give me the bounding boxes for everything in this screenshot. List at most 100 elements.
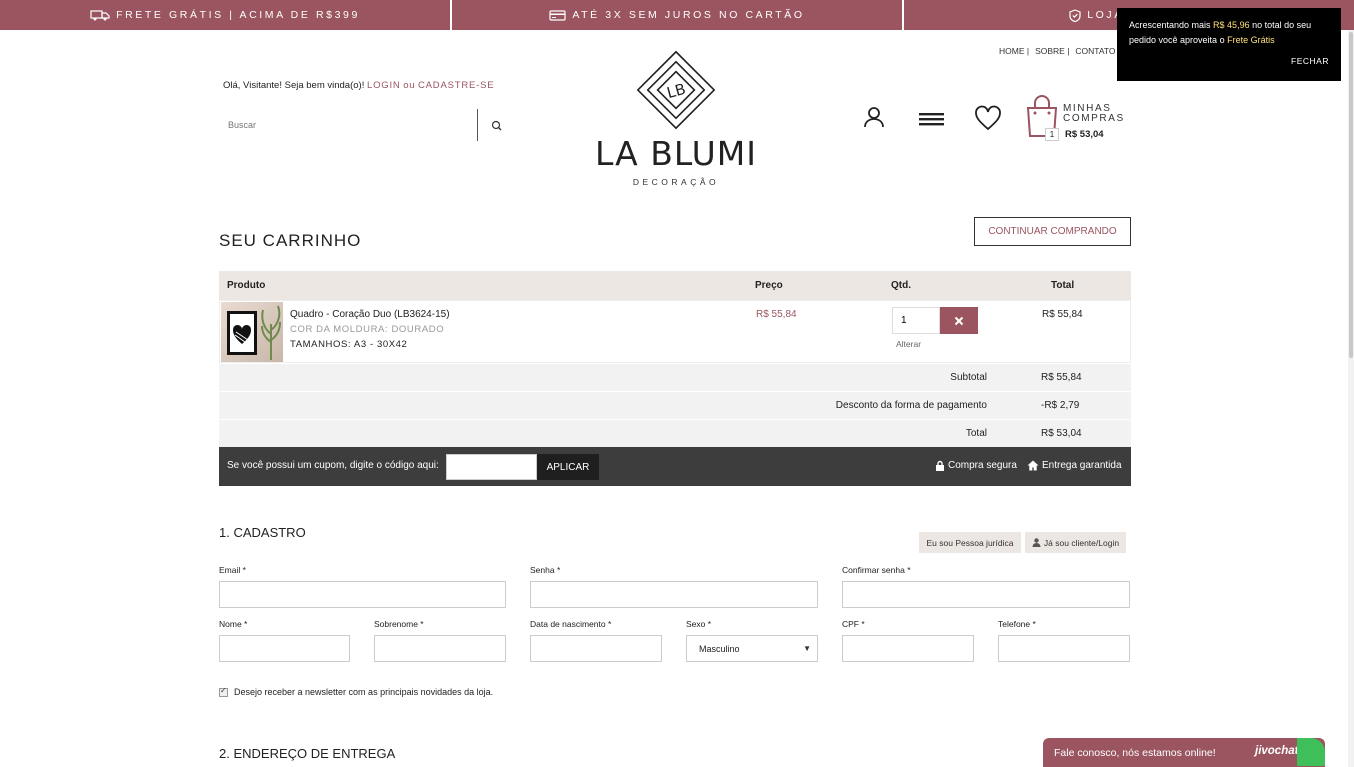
signup-link[interactable]: CADASTRE-SE — [418, 80, 494, 91]
contact-link[interactable]: CONTATO — [1075, 46, 1115, 56]
cpf-label: CPF * — [842, 619, 865, 629]
about-link[interactable]: SOBRE | — [1035, 46, 1069, 56]
sex-select-value: Masculino — [699, 643, 740, 654]
mini-cart-count: 1 — [1045, 128, 1059, 141]
promo-label: ATÉ 3X SEM JUROS NO CARTÃO — [572, 9, 805, 21]
page-title: SEU CARRINHO — [219, 231, 362, 250]
password-label: Senha * — [530, 565, 561, 575]
product-total: R$ 55,84 — [1042, 309, 1083, 320]
chat-text: Fale conosco, nós estamos online! — [1054, 747, 1216, 759]
greeting: Olá, Visitante! Seja bem vinda(o)! LOGIN… — [223, 80, 494, 91]
logo-tagline: DECORAÇÃO — [632, 177, 720, 187]
col-total: Total — [1051, 280, 1075, 291]
search-box — [222, 109, 508, 141]
card-icon — [549, 9, 566, 21]
confirm-password-label: Confirmar senha * — [842, 565, 911, 575]
scrollbar-thumb[interactable] — [1349, 32, 1353, 358]
password-field[interactable] — [530, 581, 818, 608]
cpf-field[interactable] — [842, 635, 974, 662]
existing-client-login-button[interactable]: Já sou cliente/Login — [1025, 532, 1126, 553]
confirm-password-field[interactable] — [842, 581, 1130, 608]
quantity-input[interactable] — [892, 307, 940, 334]
search-input[interactable] — [222, 109, 478, 141]
birth-date-label: Data de nascimento * — [530, 619, 612, 629]
product-name[interactable]: Quadro - Coração Duo (LB3624-15) — [290, 309, 450, 320]
newsletter-checkbox[interactable] — [219, 686, 228, 697]
mini-cart[interactable]: MINHAS COMPRAS 1 R$ 53,04 — [1025, 94, 1130, 141]
cart-table-header: Produto Preço Qtd. Total — [219, 271, 1131, 300]
delivery-label: Entrega garantida — [1042, 460, 1122, 471]
menu-icon[interactable] — [919, 112, 944, 126]
first-name-label: Nome * — [219, 619, 248, 629]
free-shipping-toast: Acrescentando mais R$ 45,96 no total do … — [1117, 8, 1341, 81]
promo-label: FRETE GRÁTIS | ACIMA DE R$399 — [116, 9, 360, 21]
legal-entity-button[interactable]: Eu sou Pessoa jurídica — [919, 532, 1021, 553]
guaranteed-delivery-badge: Entrega garantida — [1027, 460, 1122, 471]
mini-cart-title: MINHAS COMPRAS — [1063, 104, 1125, 124]
or-text: ou — [403, 80, 416, 91]
cart-table: Produto Preço Qtd. Total Quadro - Coraçã… — [219, 271, 1131, 486]
phone-field[interactable] — [998, 635, 1130, 662]
apply-coupon-button[interactable]: APLICAR — [537, 454, 599, 480]
product-price: R$ 55,84 — [756, 309, 797, 320]
product-attribute-color: COR DA MOLDURA: DOURADO — [290, 324, 445, 335]
email-label: Email * — [219, 565, 246, 575]
birth-date-field[interactable] — [530, 635, 662, 662]
chat-brand: jivochat — [1255, 745, 1299, 757]
discount-row: Desconto da forma de pagamento -R$ 2,79 — [219, 391, 1131, 419]
sex-select[interactable]: Masculino ▼ — [686, 635, 818, 662]
total-value: R$ 53,04 — [1041, 428, 1082, 439]
newsletter-label: Desejo receber a newsletter com as princ… — [234, 687, 494, 697]
last-name-label: Sobrenome * — [374, 619, 424, 629]
col-price: Preço — [755, 280, 783, 291]
login-link[interactable]: LOGIN — [367, 80, 401, 91]
last-name-field[interactable] — [374, 635, 506, 662]
col-qty: Qtd. — [891, 280, 911, 291]
total-row: Total R$ 53,04 — [219, 419, 1131, 447]
toast-highlight: Frete Grátis — [1227, 35, 1275, 45]
discount-label: Desconto da forma de pagamento — [835, 400, 987, 411]
existing-client-label: Já sou cliente/Login — [1043, 537, 1120, 548]
greeting-text: Olá, Visitante! Seja bem vinda(o)! — [223, 80, 365, 91]
first-name-field[interactable] — [219, 635, 350, 662]
search-icon[interactable] — [490, 119, 504, 133]
shield-icon — [1069, 8, 1081, 22]
legal-entity-label: Eu sou Pessoa jurídica — [926, 537, 1014, 548]
discount-value: -R$ 2,79 — [1041, 400, 1080, 411]
mini-cart-title-line: COMPRAS — [1063, 113, 1125, 124]
email-field[interactable] — [219, 581, 506, 608]
sex-label: Sexo * — [686, 619, 712, 629]
home-link[interactable]: HOME | — [999, 46, 1029, 56]
promo-installments: ATÉ 3X SEM JUROS NO CARTÃO — [452, 0, 904, 30]
chevron-down-icon: ▼ — [803, 644, 811, 653]
heart-art-icon — [232, 324, 252, 344]
remove-item-button[interactable] — [940, 307, 978, 334]
toast-amount: R$ 45,96 — [1213, 20, 1250, 30]
address-section-title: 2. ENDEREÇO DE ENTREGA — [219, 746, 396, 761]
logo-monogram: LB — [636, 50, 716, 130]
coupon-input[interactable] — [446, 454, 537, 480]
subtotal-label: Subtotal — [950, 372, 987, 383]
site-logo[interactable]: LB LA BLUMI DECORAÇÃO — [586, 50, 766, 190]
truck-icon — [90, 9, 110, 20]
user-icon — [1032, 538, 1041, 547]
product-thumbnail[interactable] — [221, 302, 283, 362]
change-quantity-link[interactable]: Alterar — [896, 339, 921, 349]
logo-name: LA BLUMI — [595, 134, 757, 173]
home-icon — [1027, 460, 1039, 471]
cart-item-row: Quadro - Coração Duo (LB3624-15) COR DA … — [219, 300, 1131, 363]
user-icon[interactable] — [862, 106, 886, 128]
subtotal-value: R$ 55,84 — [1041, 372, 1082, 383]
col-product: Produto — [227, 280, 266, 291]
secure-purchase-badge: Compra segura — [935, 460, 1017, 471]
toast-close-button[interactable]: FECHAR — [1291, 54, 1329, 69]
heart-icon[interactable] — [974, 105, 1002, 131]
continue-shopping-button[interactable]: CONTINUAR COMPRANDO — [974, 217, 1131, 246]
chat-widget[interactable]: Fale conosco, nós estamos online! jivoch… — [1043, 738, 1325, 767]
frame-graphic — [227, 311, 257, 355]
coupon-bar: Se você possui um cupom, digite o código… — [219, 447, 1131, 486]
promo-free-shipping: FRETE GRÁTIS | ACIMA DE R$399 — [0, 0, 452, 30]
lock-icon — [936, 460, 944, 471]
top-links: HOME | SOBRE | CONTATO — [999, 46, 1116, 56]
mini-cart-total: R$ 53,04 — [1065, 129, 1104, 140]
